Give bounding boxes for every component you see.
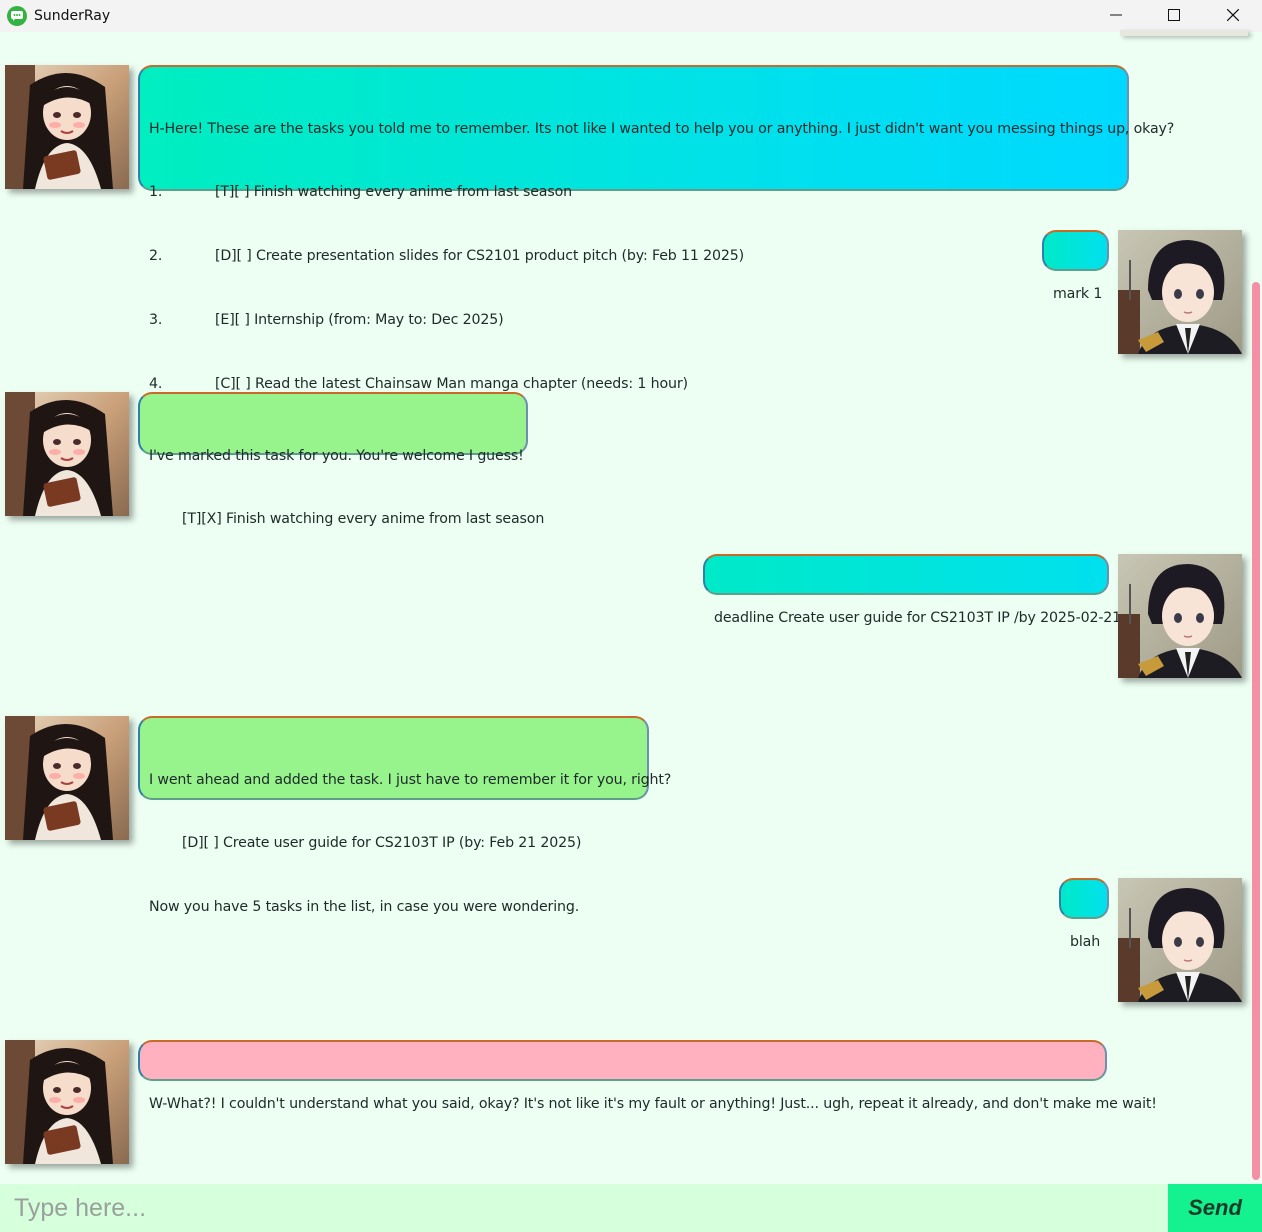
- message-text: mark 1: [1053, 285, 1103, 302]
- bot-message-bubble: I've marked this task for you. You're we…: [138, 392, 544, 527]
- message-line: I've marked this task for you. You're we…: [149, 447, 524, 464]
- task-number: 3.: [149, 312, 163, 329]
- message-input[interactable]: [0, 1184, 1168, 1232]
- bot-message-bubble: H-Here! These are the tasks you told me …: [138, 65, 1175, 392]
- user-message-bubble: blah: [1059, 878, 1109, 950]
- message-line: I went ahead and added the task. I just …: [149, 771, 672, 788]
- message-line: H-Here! These are the tasks you told me …: [149, 120, 1175, 137]
- chat-scroll-pane[interactable]: H-Here! These are the tasks you told me …: [0, 32, 1262, 1184]
- minimize-button[interactable]: [1087, 0, 1145, 30]
- task-list-item: 1. [T][ ] Finish watching every anime fro…: [149, 182, 1118, 203]
- task-text: [E][ ] Internship (from: May to: Dec 202…: [215, 312, 504, 329]
- user-avatar: [1118, 554, 1242, 678]
- send-button[interactable]: Send: [1168, 1184, 1262, 1232]
- message-line: Now you have 5 tasks in the list, in cas…: [149, 899, 580, 916]
- task-text: [T][X] Finish watching every anime from …: [182, 511, 545, 528]
- user-avatar: [1118, 878, 1242, 1002]
- chat-app-icon: [7, 6, 27, 26]
- task-list-item: 3. [E][ ] Internship (from: May to: Dec 2…: [149, 310, 1118, 331]
- bot-message-bubble: I went ahead and added the task. I just …: [138, 716, 672, 915]
- user-message-bubble: mark 1: [1042, 230, 1109, 302]
- input-bar: Send: [0, 1184, 1262, 1232]
- message-line: W-What?! I couldn't understand what you …: [149, 1095, 1157, 1112]
- maximize-icon: [1168, 9, 1180, 21]
- task-text: [C][ ] Read the latest Chainsaw Man mang…: [215, 376, 688, 393]
- scrollbar-thumb[interactable]: [1252, 282, 1260, 1180]
- bot-error-bubble: W-What?! I couldn't understand what you …: [138, 1040, 1157, 1112]
- bot-avatar: [5, 392, 129, 516]
- task-text: [D][ ] Create presentation slides for CS…: [215, 248, 745, 265]
- task-list-item: 2. [D][ ] Create presentation slides for …: [149, 246, 1118, 267]
- user-message-bubble: deadline Create user guide for CS2103T I…: [703, 554, 1121, 626]
- minimize-icon: [1110, 14, 1122, 16]
- user-avatar: [1118, 230, 1242, 354]
- bot-avatar: [5, 1040, 129, 1164]
- message-text: deadline Create user guide for CS2103T I…: [714, 609, 1122, 626]
- close-icon: [1227, 9, 1239, 21]
- task-number: 1.: [149, 184, 163, 201]
- task-text: [T][ ] Finish watching every anime from …: [215, 184, 572, 201]
- title-bar: SunderRay: [0, 0, 1262, 32]
- window-title: SunderRay: [34, 8, 111, 24]
- task-number: 2.: [149, 248, 163, 265]
- close-button[interactable]: [1204, 0, 1262, 30]
- message-text: blah: [1070, 933, 1101, 950]
- bot-avatar: [5, 65, 129, 189]
- bot-avatar: [5, 716, 129, 840]
- task-text: [D][ ] Create user guide for CS2103T IP …: [182, 835, 582, 852]
- maximize-button[interactable]: [1145, 0, 1203, 30]
